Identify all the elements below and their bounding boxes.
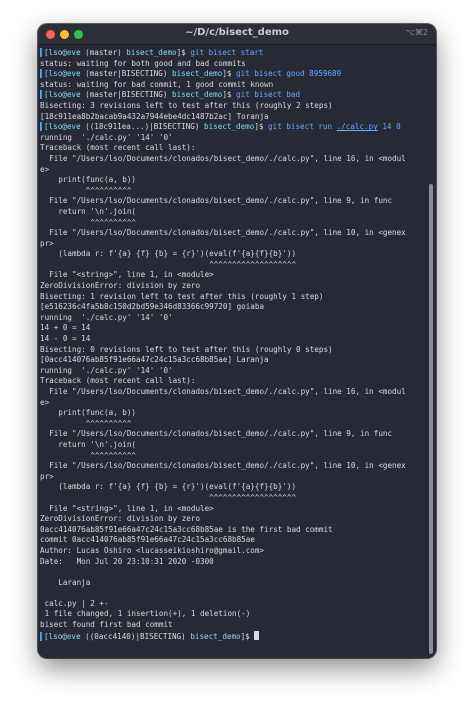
output-line: pr> — [40, 238, 54, 248]
prompt-dir: bisect_demo — [172, 69, 223, 79]
prompt-state: (master) — [80, 48, 127, 57]
window-title: ~/D/c/bisect_demo — [185, 27, 289, 38]
prompt-dir: bisect_demo — [190, 631, 241, 641]
output-line: File "<string>", line 1, in <module> — [40, 503, 214, 513]
output-line: File "/Users/lso/Documents/clonados/bise… — [40, 196, 393, 206]
output-line: Bisecting: 3 revisions left to test afte… — [40, 100, 333, 110]
output-line: print(func(a, b)) — [40, 175, 137, 185]
prompt-state: ((0acc4140)|BISECTING) — [80, 631, 191, 641]
output-line: pr> — [40, 471, 54, 481]
output-line: File "/Users/lso/Documents/clonados/bise… — [40, 429, 393, 439]
prompt-user: [lso@eve — [44, 631, 81, 641]
scrollbar[interactable] — [429, 184, 433, 654]
output-line: ^^^^^^^^^^ — [40, 185, 132, 195]
prompt-line: ▍[lso@eve ((0acc4140)|BISECTING) bisect_… — [40, 630, 424, 642]
prompt-line: ▍[lso@eve (master) bisect_demo]$ git bis… — [40, 48, 424, 59]
prompt-line: ▍[lso@eve (master|BISECTING) bisect_demo… — [40, 69, 424, 80]
prompt-state: ((18c911ea...)|BISECTING) — [80, 122, 205, 132]
output-line: status: waiting for bad commit, 1 good c… — [40, 79, 274, 89]
output-line: Laranja — [40, 577, 91, 587]
prompt-user: [lso@eve — [44, 48, 81, 57]
text-cursor — [254, 630, 260, 640]
output-line: print(func(a, b)) — [40, 408, 137, 418]
command-text: git bisect good 8959689 — [236, 69, 342, 79]
output-line: commit 0acc414076ab85f91e66a47c24c15a3cc… — [40, 535, 255, 545]
prompt-dir: bisect_demo — [172, 90, 223, 100]
prompt-user: [lso@eve — [44, 90, 81, 100]
prompt-line: ▍[lso@eve ((18c911ea...)|BISECTING) bise… — [40, 122, 424, 133]
output-line: running './calc.py' '14' '0' — [40, 132, 173, 142]
output-line: Bisecting: 1 revision left to test after… — [40, 291, 324, 301]
prompt-symbol: ]$ — [176, 48, 191, 57]
output-line: File "/Users/lso/Documents/clonados/bise… — [40, 153, 406, 163]
output-line: File "<string>", line 1, in <module> — [40, 270, 214, 280]
prompt-user: [lso@eve — [44, 122, 81, 132]
output-line: running './calc.py' '14' '0' — [40, 365, 173, 375]
output-line: ^^^^^^^^^^ — [40, 418, 132, 428]
prompt-state: (master|BISECTING) — [80, 90, 173, 100]
command-args: 14 0 — [377, 122, 401, 132]
output-line: (lambda r: f'{a} {f} {b} = {r}')(eval(f'… — [40, 482, 297, 492]
prompt-symbol: ]$ — [254, 122, 269, 132]
prompt-user: [lso@eve — [44, 69, 81, 79]
output-line: ^^^^^^^^^^^^^^^^^^^ — [40, 492, 297, 502]
prompt-state: (master|BISECTING) — [80, 69, 173, 79]
prompt-symbol: ]$ — [222, 69, 237, 79]
output-line: bisect found first bad commit — [40, 620, 173, 630]
output-line: ^^^^^^^^^^^^^^^^^^^ — [40, 259, 297, 269]
command-text: git bisect start — [190, 48, 264, 57]
output-line: return '\n'.join( — [40, 439, 137, 449]
prompt-symbol: ]$ — [222, 90, 237, 100]
bisect-run-output: running './calc.py' '14' '0' Traceback (m… — [40, 133, 424, 631]
output-line: 14 - 0 = 14 — [40, 334, 91, 344]
command-text: git bisect run — [268, 122, 337, 132]
output-line: File "/Users/lso/Documents/clonados/bise… — [40, 228, 406, 238]
output-line: [e516236c4fa5b8c150d2bd59e346d83366c9972… — [40, 302, 265, 312]
prompt-line: ▍[lso@eve (master|BISECTING) bisect_demo… — [40, 90, 424, 101]
output-line: Bisecting: 0 revisions left to test afte… — [40, 344, 333, 354]
output-line: [0acc414076ab85f91e66a47c24c15a3cc68b85a… — [40, 355, 269, 365]
output-line: ^^^^^^^^^^ — [40, 217, 137, 227]
output-line: running './calc.py' '14' '0' — [40, 312, 173, 322]
output-line: return '\n'.join( — [40, 206, 137, 216]
output-line: Traceback (most recent call last): — [40, 376, 196, 386]
output-line: e> — [40, 397, 50, 407]
output-line: [18c911ea8b2bacab9a432a7944ebe4dc1487b2a… — [40, 111, 269, 121]
output-line: 1 file changed, 1 insertion(+), 1 deleti… — [40, 609, 251, 619]
output-line: File "/Users/lso/Documents/clonados/bise… — [40, 387, 406, 396]
output-line: calc.py | 2 +- — [40, 598, 109, 608]
tab-shortcut: ⌥⌘2 — [405, 28, 428, 37]
title-bar: ~/D/c/bisect_demo ⌥⌘2 — [38, 24, 436, 45]
terminal-output[interactable]: ▍[lso@eve (master) bisect_demo]$ git bis… — [40, 48, 424, 658]
output-line: ZeroDivisionError: division by zero — [40, 281, 201, 291]
command-text: git bisect bad — [236, 90, 301, 100]
output-line: status: waiting for both good and bad co… — [40, 58, 246, 68]
output-line: File "/Users/lso/Documents/clonados/bise… — [40, 461, 406, 471]
prompt-symbol: ]$ — [240, 631, 255, 641]
output-line: e> — [40, 164, 50, 174]
output-line: 0acc414076ab85f91e66a47c24c15a3cc68b85ae… — [40, 524, 333, 534]
prompt-dir: bisect_demo — [204, 122, 255, 132]
script-path-link[interactable]: ./calc.py — [337, 122, 378, 131]
prompt-dir: bisect_demo — [126, 48, 177, 57]
output-line: Traceback (most recent call last): — [40, 143, 196, 153]
terminal-window: ~/D/c/bisect_demo ⌥⌘2 ▍[lso@eve (master)… — [38, 24, 436, 658]
output-line: Date: Mon Jul 20 23:10:31 2020 -0300 — [40, 556, 214, 566]
output-line: 14 + 0 = 14 — [40, 323, 91, 333]
output-line: (lambda r: f'{a} {f} {b} = {r}')(eval(f'… — [40, 249, 297, 259]
output-line: ^^^^^^^^^^ — [40, 450, 137, 460]
output-line: ZeroDivisionError: division by zero — [40, 514, 201, 524]
output-line: Author: Lucas Oshiro <lucasseikioshiro@g… — [40, 545, 265, 555]
